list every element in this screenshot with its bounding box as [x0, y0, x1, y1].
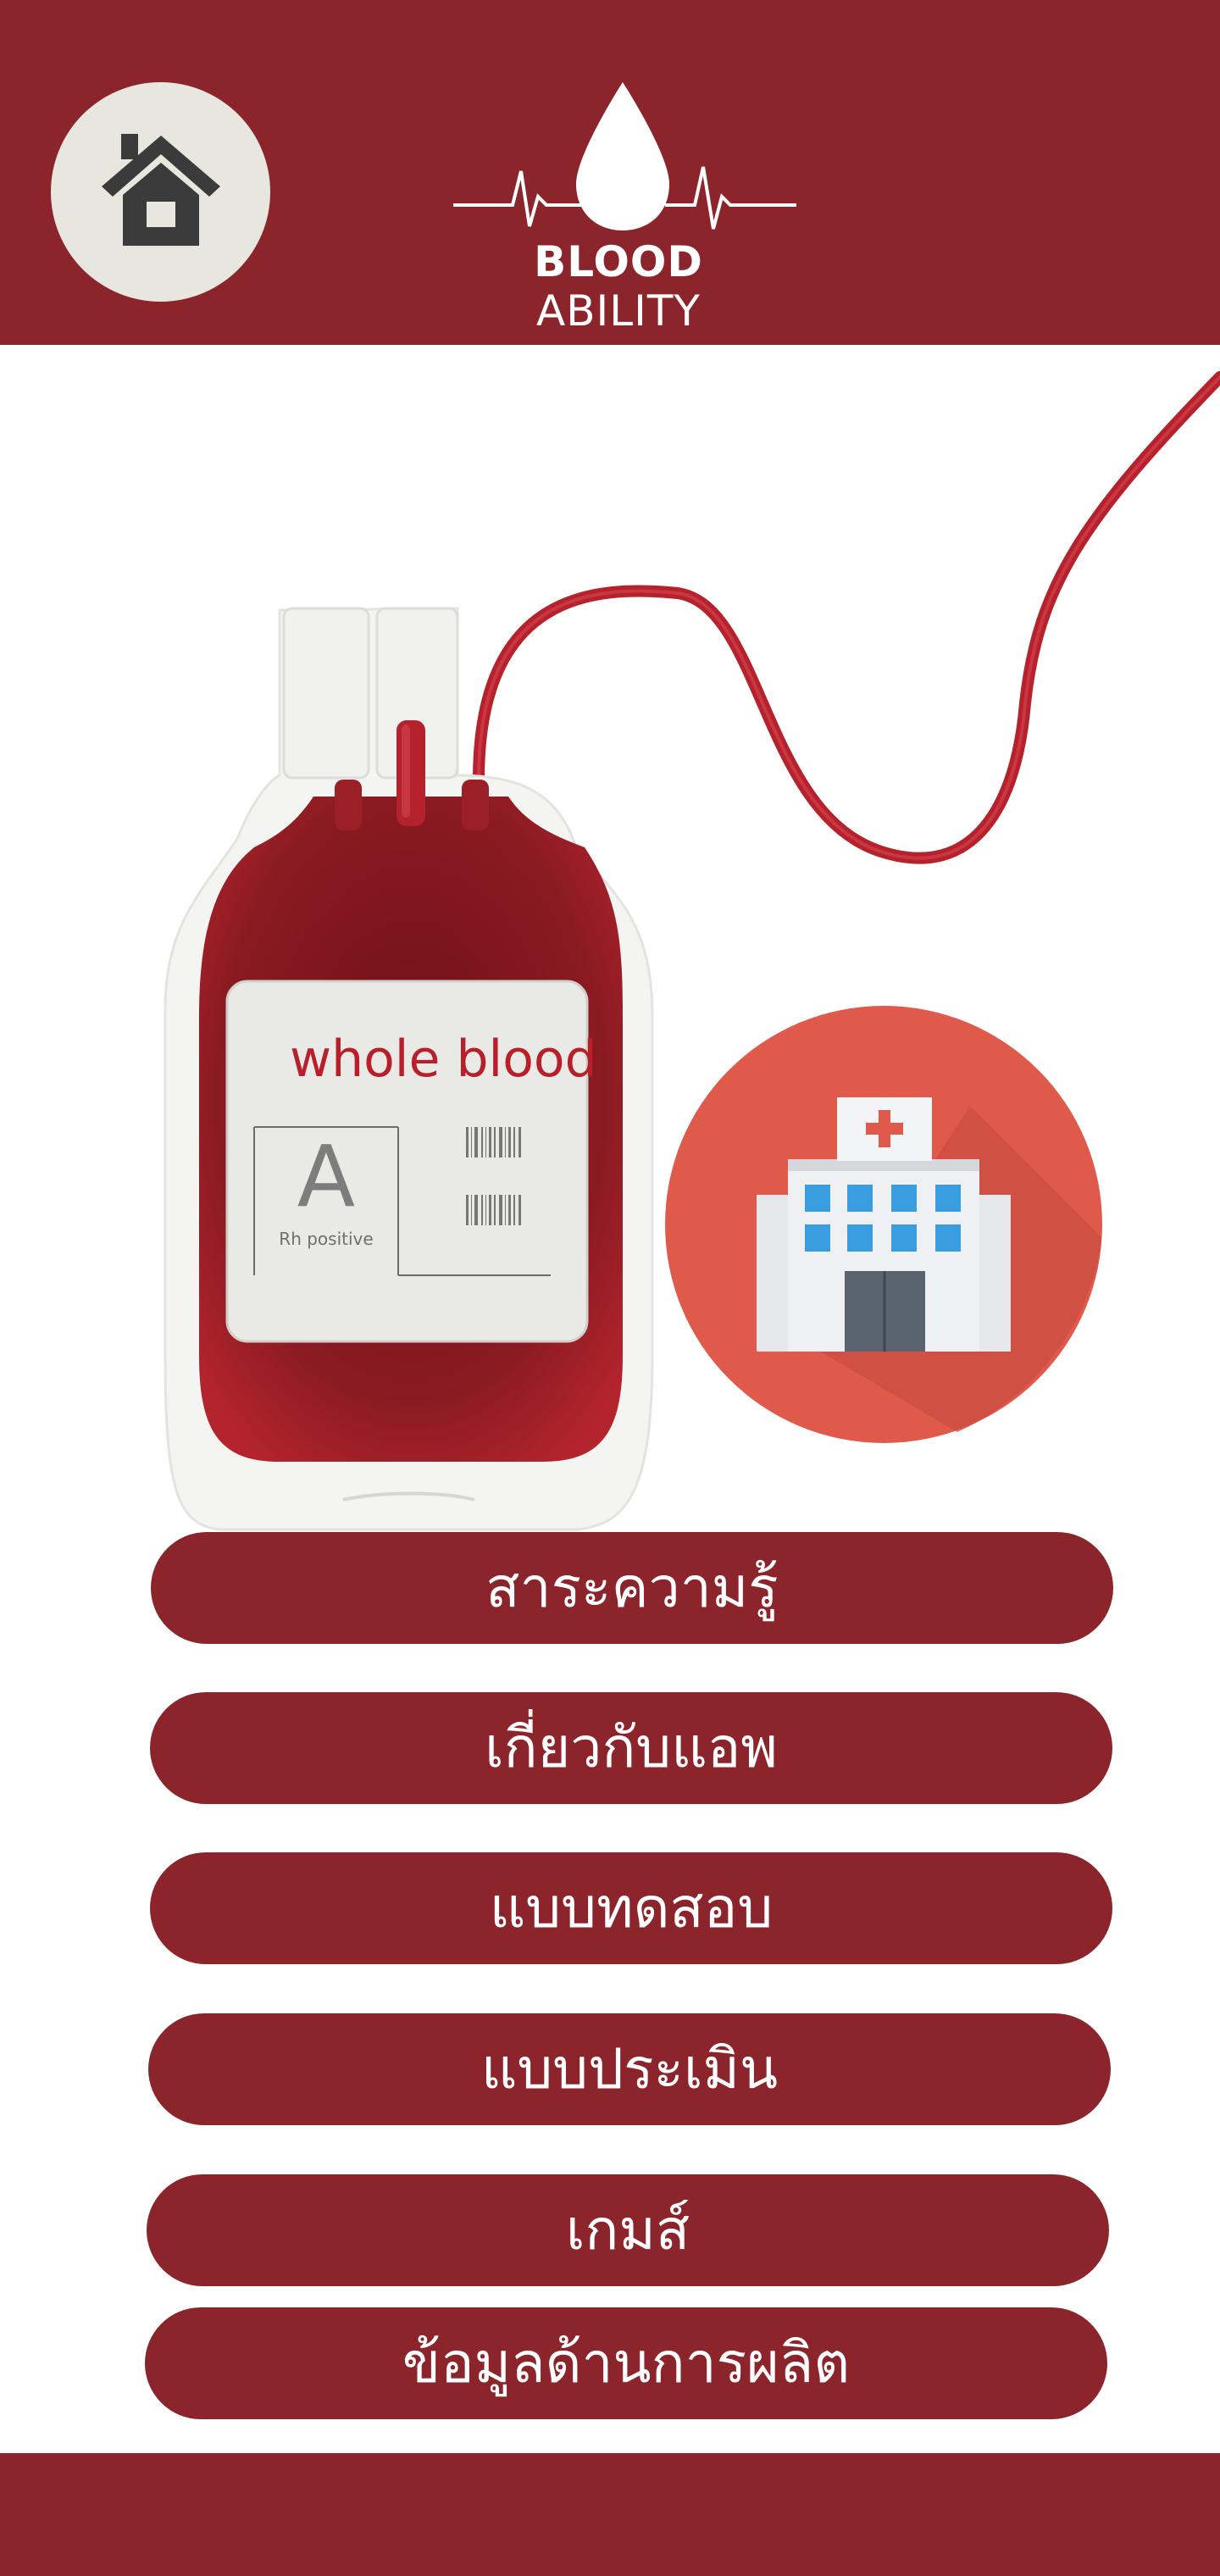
app-name: BLOOD ABILITY: [449, 237, 788, 336]
home-icon: [102, 134, 220, 246]
rh-factor-label: Rh positive: [279, 1229, 374, 1249]
app-header: BLOOD ABILITY: [0, 0, 1220, 345]
blood-drop-icon: [453, 82, 796, 230]
app-footer: [0, 2453, 1220, 2576]
logo-light: ABILITY: [536, 286, 701, 336]
menu-button-games[interactable]: เกมส์: [147, 2174, 1109, 2286]
hospital-icon: [665, 1006, 1102, 1443]
menu-button-about-app[interactable]: เกี่ยวกับแอพ: [150, 1692, 1112, 1804]
home-button[interactable]: [51, 82, 270, 302]
menu-button-assessment[interactable]: แบบประเมิน: [148, 2013, 1111, 2125]
bag-product-label: whole blood: [290, 1030, 597, 1089]
blood-bag-illustration: [164, 371, 1220, 1531]
app-logo: BLOOD ABILITY: [449, 78, 805, 336]
menu-button-quiz[interactable]: แบบทดสอบ: [150, 1852, 1112, 1964]
logo-bold: BLOOD: [534, 237, 703, 286]
menu-button-production-info[interactable]: ข้อมูลด้านการผลิต: [145, 2307, 1107, 2419]
blood-type-label: A: [297, 1127, 356, 1226]
menu-button-knowledge[interactable]: สาระความรู้: [151, 1532, 1113, 1644]
